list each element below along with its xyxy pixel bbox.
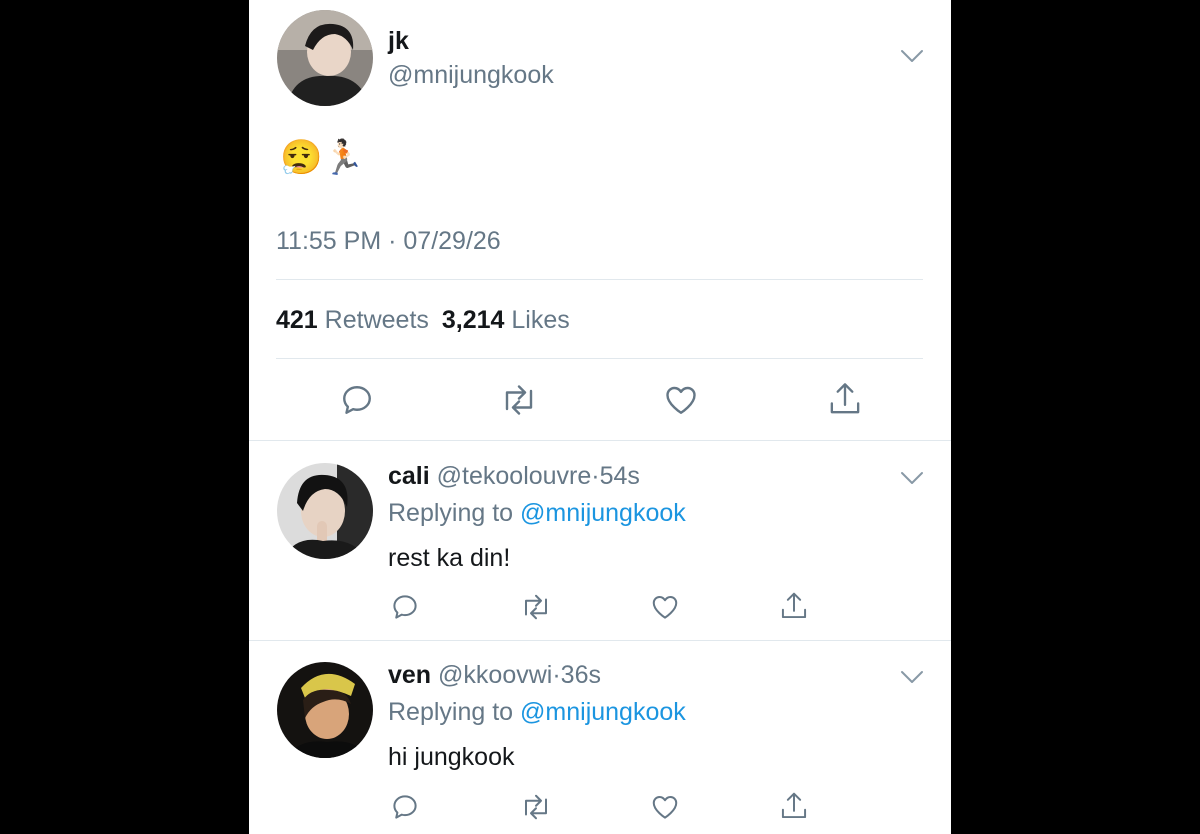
share-icon[interactable] (779, 790, 809, 822)
like-icon[interactable] (650, 792, 680, 822)
reply-body: rest ka din! (388, 544, 511, 572)
retweet-icon[interactable] (519, 592, 553, 622)
replying-to-label: Replying to (388, 698, 514, 726)
replying-to: Replying to @mnijungkook (388, 499, 686, 528)
divider (276, 358, 923, 359)
replying-to-label: Replying to (388, 499, 514, 527)
reply-age: 54s (599, 462, 640, 490)
tweet-time: 11:55 PM (276, 227, 382, 255)
reply-age: 36s (560, 661, 601, 689)
replying-to: Replying to @mnijungkook (388, 698, 686, 727)
chevron-down-icon[interactable] (900, 48, 924, 69)
reply-icon[interactable] (390, 592, 420, 622)
avatar[interactable] (277, 662, 373, 758)
replying-to-link[interactable]: @mnijungkook (520, 698, 686, 726)
retweet-icon[interactable] (499, 382, 539, 418)
tweet-timestamp: 11:55 PM · 07/29/26 (276, 227, 501, 256)
chevron-down-icon[interactable] (900, 669, 924, 690)
dot-separator: · (552, 661, 561, 689)
replying-to-link[interactable]: @mnijungkook (520, 499, 686, 527)
tweet-date: 07/29/26 (403, 227, 501, 255)
reply-icon[interactable] (390, 792, 420, 822)
divider (276, 279, 923, 280)
like-label[interactable]: Likes (511, 306, 569, 334)
reply-author-name[interactable]: cali (388, 462, 430, 490)
reply-header: cali @tekoolouvre·54s (388, 462, 640, 491)
author-handle[interactable]: @mnijungkook (388, 61, 554, 90)
avatar[interactable] (277, 463, 373, 559)
tweet-thread-screen: jk @mnijungkook 😮‍💨🏃🏻 11:55 PM · 07/29/2… (249, 0, 951, 834)
divider (249, 440, 951, 441)
share-icon[interactable] (827, 380, 863, 418)
reply-icon[interactable] (339, 382, 375, 418)
reply-header: ven @kkoovwi·36s (388, 661, 601, 690)
reply-author-handle[interactable]: @kkoovwi (438, 661, 552, 689)
date-separator: · (388, 227, 397, 255)
author-name[interactable]: jk (388, 27, 409, 56)
retweet-icon[interactable] (519, 792, 553, 822)
tweet-body: 😮‍💨🏃🏻 (280, 139, 365, 177)
share-icon[interactable] (779, 590, 809, 622)
reply-author-name[interactable]: ven (388, 661, 431, 689)
dot-separator: · (591, 462, 600, 490)
like-count[interactable]: 3,214 (442, 306, 505, 334)
divider (249, 640, 951, 641)
like-icon[interactable] (663, 382, 699, 418)
reply-author-handle[interactable]: @tekoolouvre (437, 462, 592, 490)
retweet-label[interactable]: Retweets (325, 306, 429, 334)
engagement-stats: 421 Retweets 3,214 Likes (276, 306, 570, 335)
chevron-down-icon[interactable] (900, 470, 924, 491)
avatar[interactable] (277, 10, 373, 106)
reply-body: hi jungkook (388, 743, 515, 771)
retweet-count[interactable]: 421 (276, 306, 318, 334)
like-icon[interactable] (650, 592, 680, 622)
